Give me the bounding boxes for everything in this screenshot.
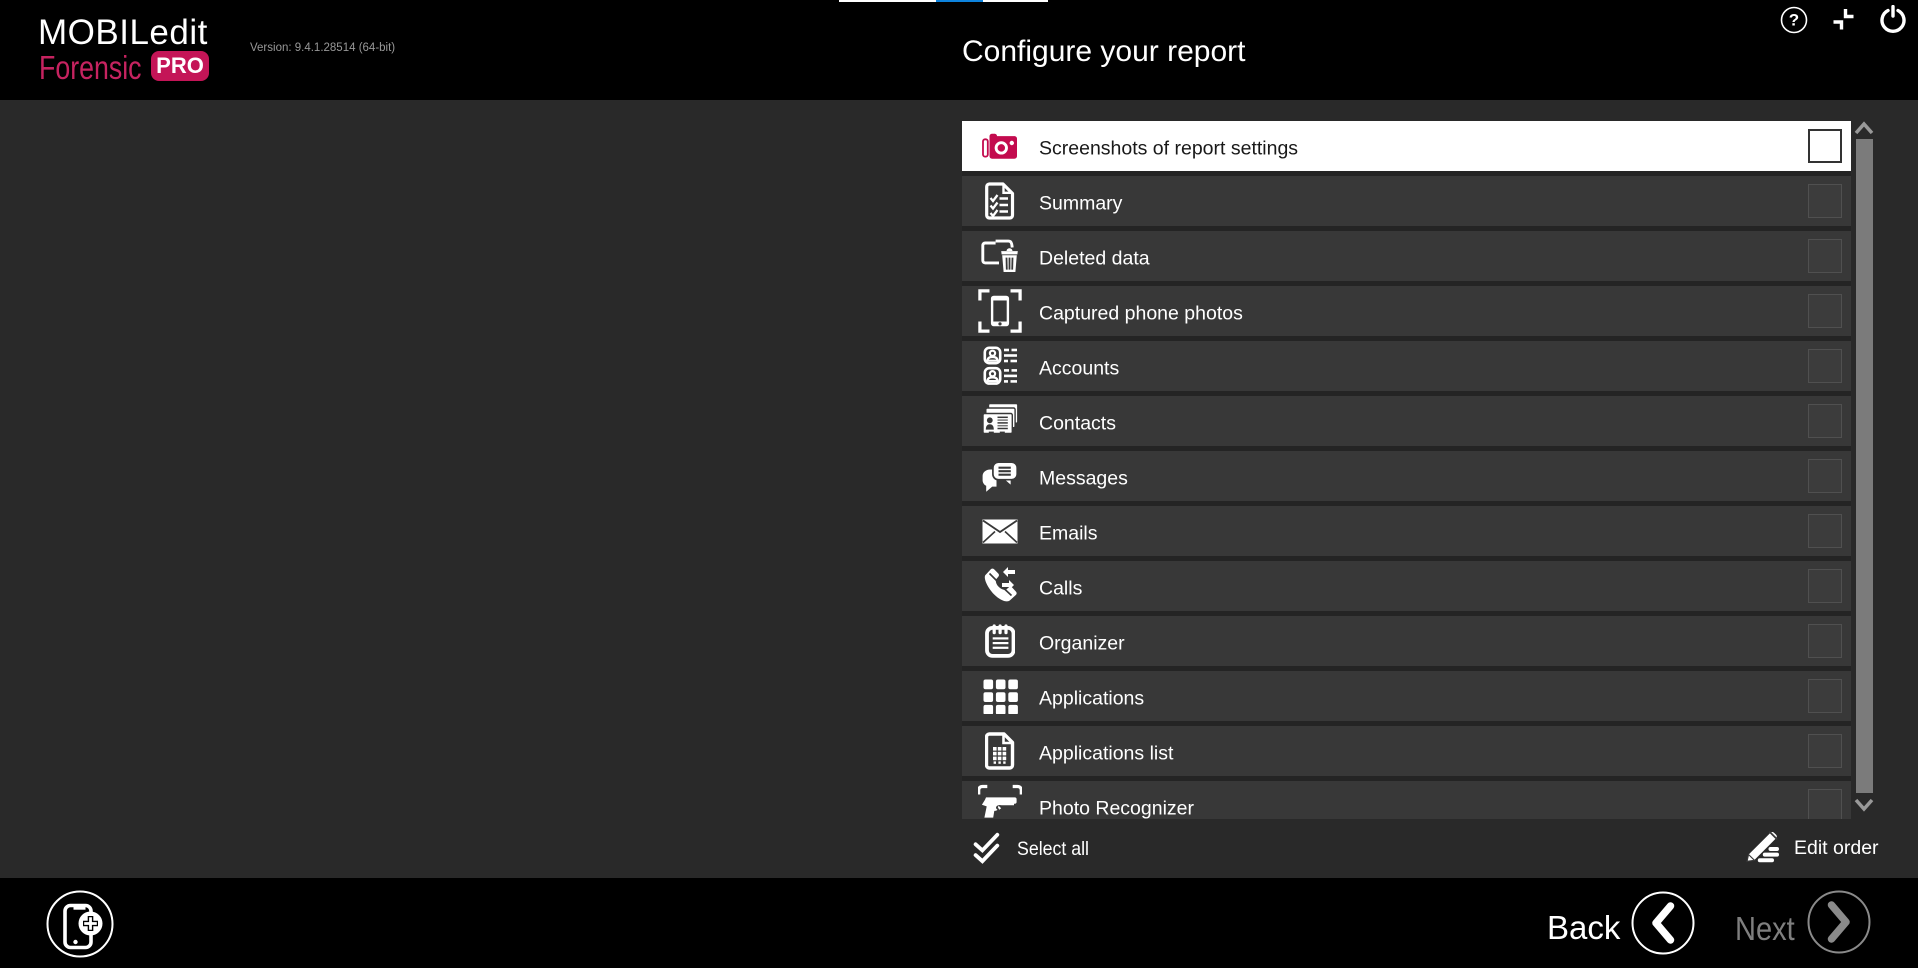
svg-text:?: ?	[1789, 11, 1799, 30]
